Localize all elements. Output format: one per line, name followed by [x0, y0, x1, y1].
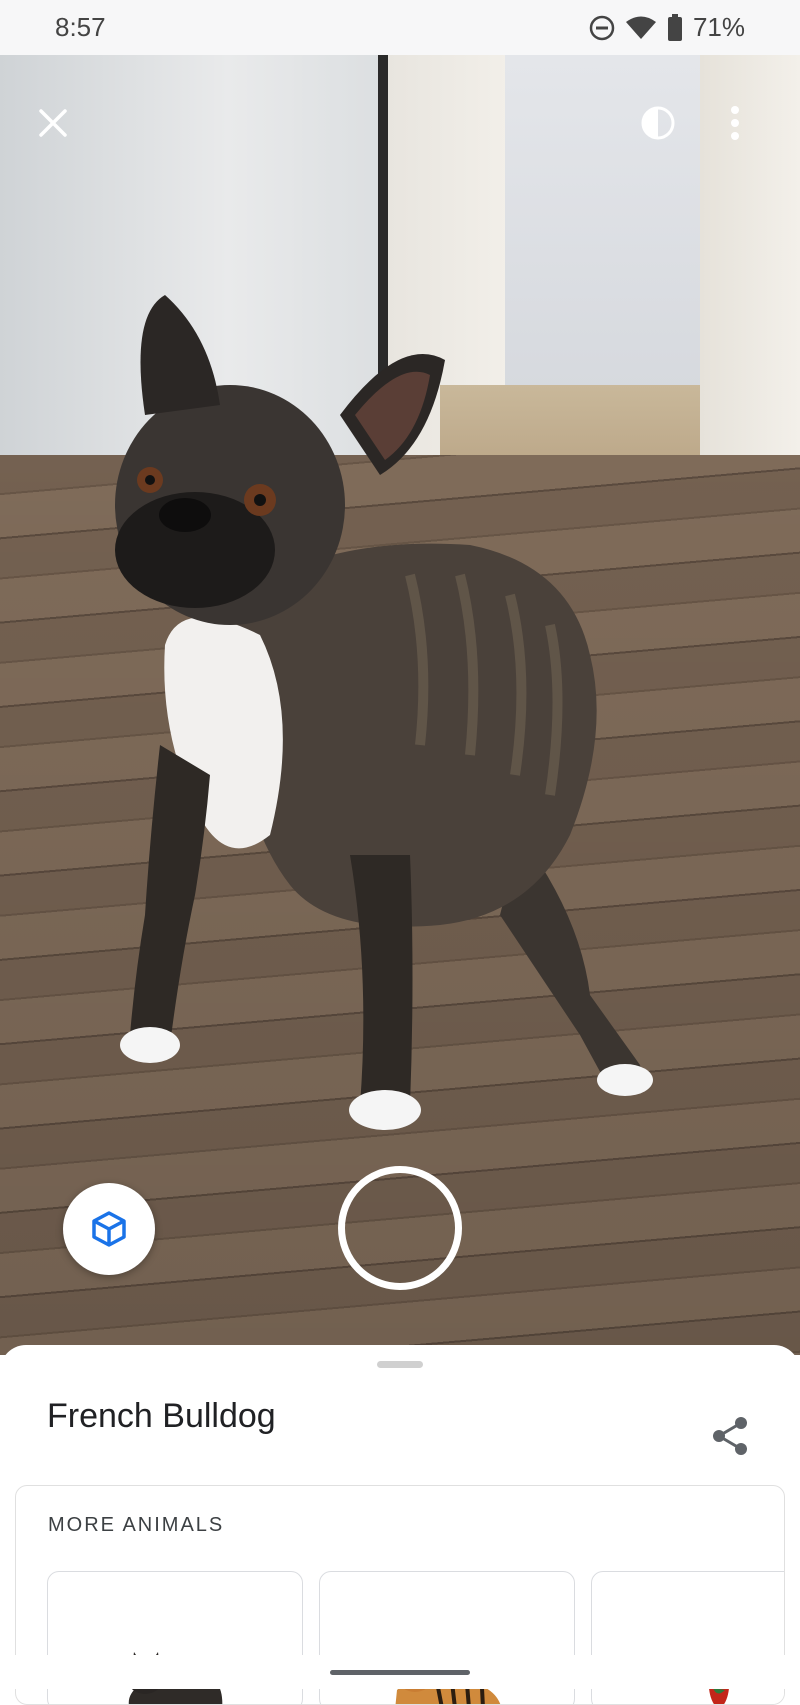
close-icon: [39, 109, 67, 137]
view-3d-object-button[interactable]: [63, 1183, 155, 1275]
more-options-button[interactable]: [715, 95, 755, 151]
model-title: French Bulldog: [47, 1397, 276, 1435]
wifi-icon: [625, 16, 656, 39]
system-nav-bar: [0, 1655, 800, 1689]
status-icons: 71%: [589, 12, 745, 43]
share-icon: [713, 1417, 747, 1455]
battery-percent: 71%: [692, 12, 745, 42]
more-animals-label: MORE ANIMALS: [48, 1514, 225, 1536]
battery-icon: [667, 13, 682, 41]
home-gesture-handle[interactable]: [330, 1670, 470, 1675]
more-vert-icon: [731, 106, 739, 140]
3d-cube-icon: [92, 1211, 126, 1247]
drag-handle[interactable]: [377, 1361, 423, 1368]
contrast-icon: [641, 106, 675, 140]
status-time: 8:57: [55, 12, 106, 42]
ar-camera-view[interactable]: [0, 55, 800, 1355]
share-button[interactable]: [705, 1411, 755, 1461]
lighting-toggle-button[interactable]: [630, 95, 686, 151]
dnd-icon: [589, 15, 615, 40]
bottom-sheet: French Bulldog MORE ANIMALS: [0, 1345, 800, 1705]
ar-dog-model[interactable]: [110, 275, 670, 1175]
close-button[interactable]: [25, 95, 81, 151]
status-bar: 8:57 71%: [0, 0, 800, 55]
capture-button[interactable]: [338, 1166, 462, 1290]
